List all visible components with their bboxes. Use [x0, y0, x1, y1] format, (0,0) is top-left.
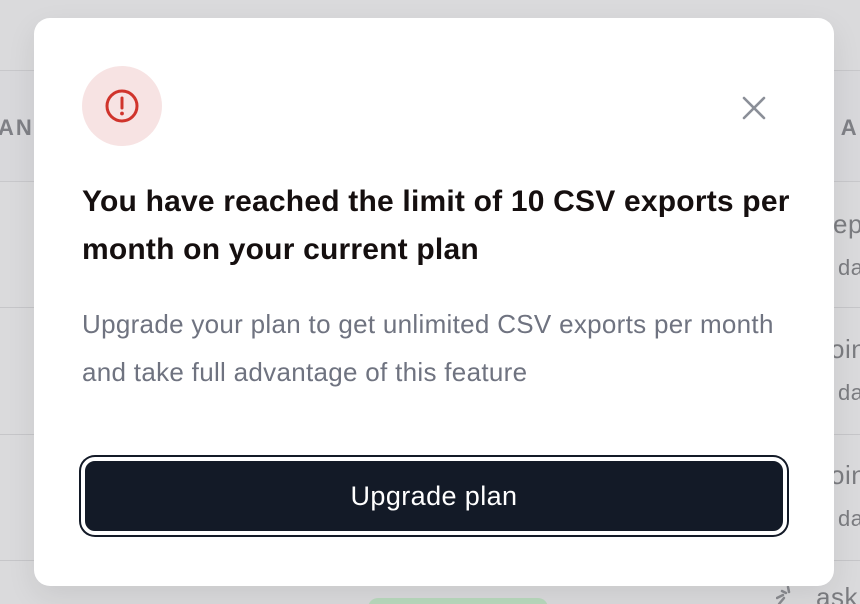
modal-description: Upgrade your plan to get unlimited CSV e… [82, 309, 774, 387]
modal-title: You have reached the limit of 10 CSV exp… [82, 185, 790, 266]
cell-subtext: da [838, 506, 860, 531]
upgrade-limit-modal: You have reached the limit of 10 CSV exp… [34, 18, 834, 586]
upgrade-plan-button[interactable]: Upgrade plan [81, 457, 787, 535]
alert-icon-container [82, 66, 162, 146]
status-badge [368, 598, 548, 604]
cell-text: oin [830, 460, 860, 490]
cell-subtext: da [838, 380, 860, 405]
cell-subtext: da [838, 255, 860, 280]
cell-text: ep [833, 209, 860, 239]
alert-circle-icon [105, 89, 139, 123]
close-icon [742, 96, 766, 120]
cell-text: oin [830, 334, 860, 364]
loading-spinner-icon [776, 585, 791, 604]
close-button[interactable] [734, 88, 774, 128]
